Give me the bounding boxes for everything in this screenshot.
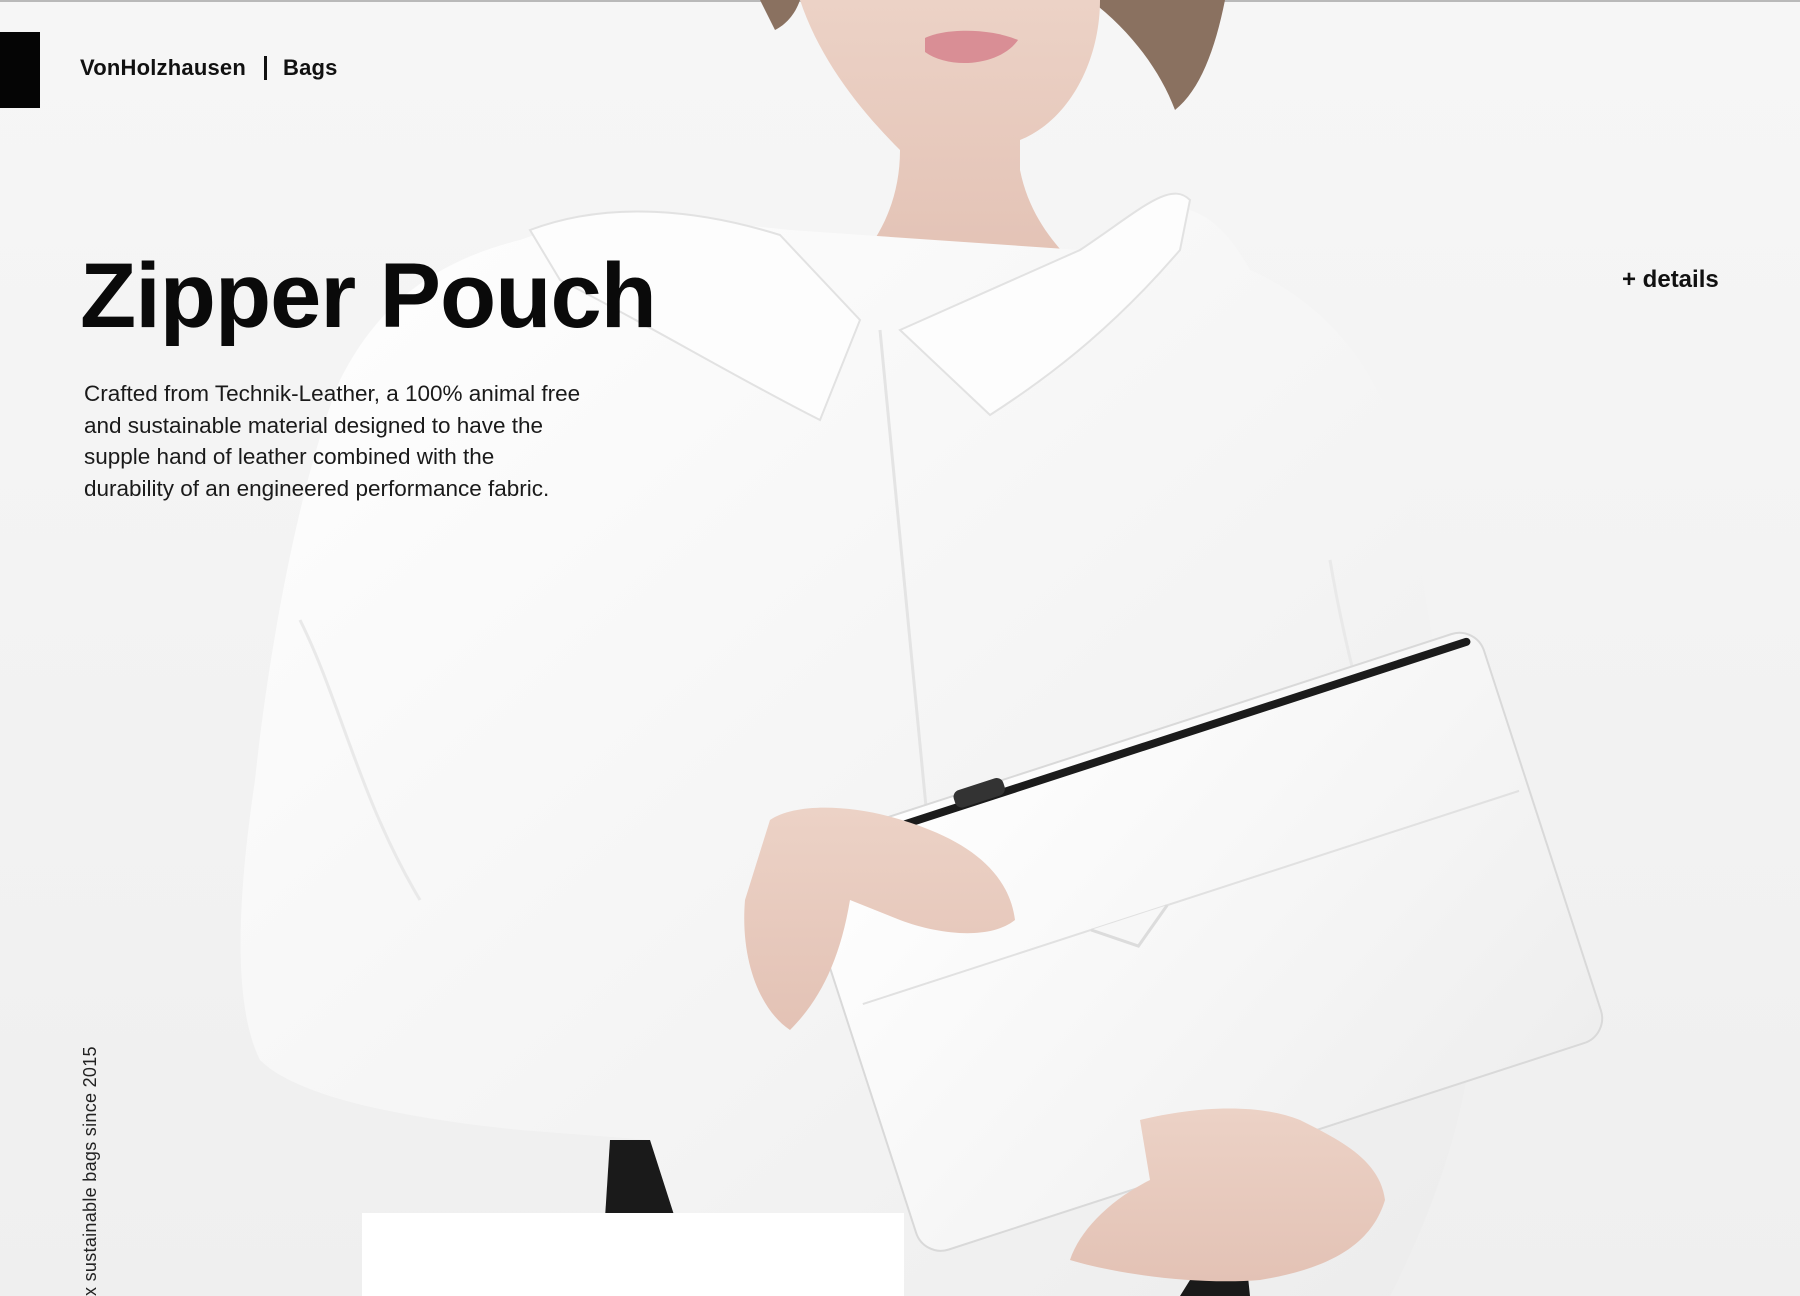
category-link[interactable]: Bags xyxy=(283,55,338,81)
breadcrumb-separator xyxy=(263,56,267,80)
breadcrumb: VonHolzhausen Bags xyxy=(80,55,338,81)
product-description: Crafted from Technik-Leather, a 100% ani… xyxy=(84,381,581,501)
product-title: Zipper Pouch xyxy=(80,245,657,347)
details-link[interactable]: + details xyxy=(1622,266,1719,294)
side-tagline: x sustainable bags since 2015 xyxy=(80,1046,100,1296)
model-photo xyxy=(240,0,1604,1296)
hero-section: VonHolzhausen Bags Zipper Pouch Crafted … xyxy=(0,0,1800,1296)
menu-toggle-block[interactable] xyxy=(0,32,40,108)
content-card xyxy=(362,1213,904,1296)
brand-link[interactable]: VonHolzhausen xyxy=(80,55,246,81)
